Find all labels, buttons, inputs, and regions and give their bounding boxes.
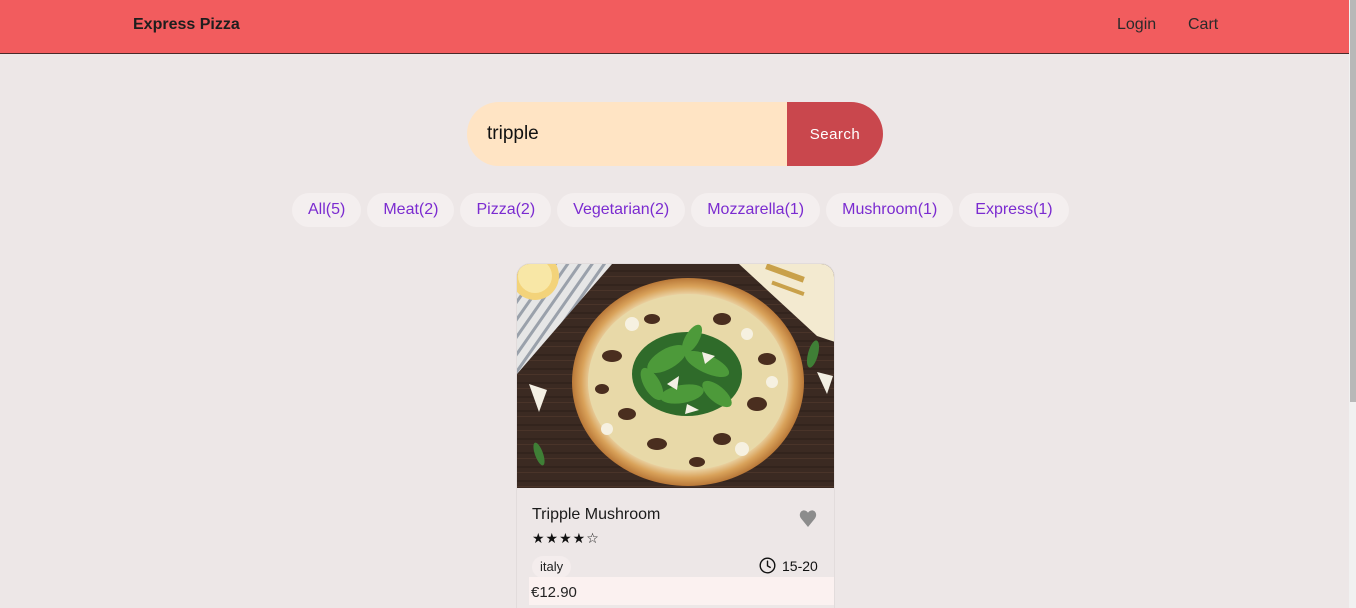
clock-icon — [759, 557, 776, 574]
login-link[interactable]: Login — [1117, 16, 1156, 34]
search-box: Search — [467, 102, 883, 166]
header: Express Pizza Login Cart — [0, 0, 1349, 54]
tag-pizza[interactable]: Pizza(2) — [460, 193, 552, 227]
cook-time: 15-20 — [782, 558, 818, 574]
star-rating: ★★★★☆ — [532, 530, 600, 546]
scrollbar-thumb[interactable] — [1350, 0, 1356, 402]
tag-mushroom[interactable]: Mushroom(1) — [826, 193, 954, 227]
tag-meat[interactable]: Meat(2) — [367, 193, 455, 227]
food-image[interactable] — [517, 264, 835, 488]
origin-tag[interactable]: italy — [532, 556, 572, 578]
tag-mozzarella[interactable]: Mozzarella(1) — [691, 193, 821, 227]
heart-icon[interactable] — [798, 508, 818, 528]
price: €12.90 — [531, 584, 577, 601]
brand-logo[interactable]: Express Pizza — [133, 16, 240, 34]
tag-vegetarian[interactable]: Vegetarian(2) — [557, 193, 686, 227]
price-bar: €12.90 — [529, 577, 834, 605]
tag-list: All(5) Meat(2) Pizza(2) Vegetarian(2) Mo… — [292, 193, 1069, 227]
tag-all[interactable]: All(5) — [292, 193, 362, 227]
search-input[interactable] — [467, 102, 787, 166]
food-name[interactable]: Tripple Mushroom — [532, 506, 660, 524]
search-button[interactable]: Search — [787, 102, 883, 166]
food-card[interactable]: Tripple Mushroom ★★★★☆ italy 15-20 €12.9… — [516, 263, 835, 608]
cart-link[interactable]: Cart — [1188, 16, 1218, 34]
tag-express[interactable]: Express(1) — [959, 193, 1069, 227]
